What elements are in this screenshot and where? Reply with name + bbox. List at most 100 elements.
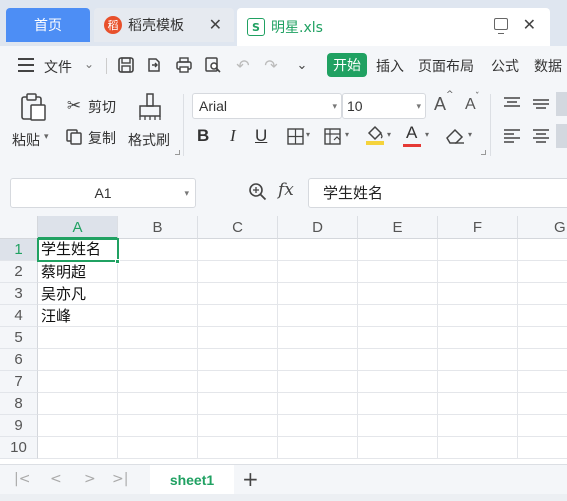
grid-cell[interactable]: [198, 415, 278, 437]
grid-cell[interactable]: [358, 415, 438, 437]
grid-cell[interactable]: [438, 283, 518, 305]
grid-cell[interactable]: [38, 349, 118, 371]
grid-cell[interactable]: [358, 327, 438, 349]
chevron-down-icon[interactable]: ⌄: [84, 57, 94, 71]
border-icon[interactable]: [285, 126, 305, 146]
grid-cell[interactable]: [358, 283, 438, 305]
format-painter-icon[interactable]: [136, 92, 164, 122]
font-color-button[interactable]: A: [406, 123, 417, 143]
grid-cell[interactable]: [278, 393, 358, 415]
grid-cell[interactable]: [118, 305, 198, 327]
grid-cell[interactable]: [198, 305, 278, 327]
grid-cell[interactable]: [38, 437, 118, 459]
grid-cell[interactable]: [358, 371, 438, 393]
hamburger-icon[interactable]: [18, 58, 34, 72]
cell-style-icon[interactable]: [323, 126, 343, 146]
close-icon[interactable]: ✕: [209, 15, 222, 34]
grid-cell[interactable]: [438, 261, 518, 283]
grid-cell[interactable]: [518, 261, 567, 283]
grid-cell[interactable]: [118, 393, 198, 415]
menu-tab-data[interactable]: 数据: [534, 56, 562, 76]
grid-cell[interactable]: [518, 415, 567, 437]
row-header[interactable]: 10: [0, 437, 38, 459]
tab-file[interactable]: S 明星.xls ✕: [237, 8, 550, 46]
menu-tab-insert[interactable]: 插入: [376, 56, 404, 76]
formula-input[interactable]: 学生姓名: [308, 178, 567, 208]
tab-template[interactable]: 稻 稻壳模板 ✕: [94, 8, 234, 42]
grid-cell[interactable]: [118, 239, 198, 261]
grid-cell[interactable]: [518, 305, 567, 327]
cell-a4[interactable]: 汪峰: [38, 305, 118, 327]
align-right-button[interactable]: [556, 124, 567, 148]
grid-cell[interactable]: [198, 393, 278, 415]
column-header[interactable]: A: [38, 216, 118, 239]
grid-cell[interactable]: [518, 327, 567, 349]
dialog-launcher-icon[interactable]: [481, 150, 486, 155]
align-top-icon[interactable]: [502, 96, 522, 112]
grid-cell[interactable]: [198, 371, 278, 393]
row-header[interactable]: 2: [0, 261, 38, 283]
grid-cell[interactable]: [38, 415, 118, 437]
grid-cell[interactable]: [358, 349, 438, 371]
grid-cell[interactable]: [278, 327, 358, 349]
row-header[interactable]: 1: [0, 239, 38, 261]
row-header[interactable]: 9: [0, 415, 38, 437]
grid-cell[interactable]: [278, 371, 358, 393]
save-icon[interactable]: [116, 55, 136, 75]
grid-cell[interactable]: [278, 415, 358, 437]
grid-cell[interactable]: [118, 415, 198, 437]
row-header[interactable]: 6: [0, 349, 38, 371]
grid-cell[interactable]: [518, 283, 567, 305]
paste-icon[interactable]: [18, 92, 48, 122]
grid-cell[interactable]: [438, 371, 518, 393]
menu-tab-page-layout[interactable]: 页面布局: [418, 56, 474, 76]
align-center-icon[interactable]: [531, 128, 551, 144]
grid-cell[interactable]: [278, 283, 358, 305]
window-icon[interactable]: [494, 18, 508, 35]
print-preview-icon[interactable]: [203, 55, 223, 75]
next-sheet-icon[interactable]: >: [84, 471, 96, 487]
chevron-down-icon[interactable]: ▾: [425, 130, 429, 139]
underline-button[interactable]: U: [255, 126, 267, 146]
column-header[interactable]: E: [358, 216, 438, 239]
grid-cell[interactable]: [118, 437, 198, 459]
row-header[interactable]: 8: [0, 393, 38, 415]
row-header[interactable]: 3: [0, 283, 38, 305]
grid-cell[interactable]: [438, 393, 518, 415]
grid-cell[interactable]: [518, 371, 567, 393]
fill-color-icon[interactable]: [364, 124, 386, 146]
grid-cell[interactable]: [198, 261, 278, 283]
sheet-tab[interactable]: sheet1: [150, 465, 234, 495]
more-icon[interactable]: ⌄: [292, 55, 312, 75]
redo-icon[interactable]: ↷: [261, 55, 281, 75]
export-icon[interactable]: [144, 55, 164, 75]
grid-cell[interactable]: [278, 239, 358, 261]
grid-cell[interactable]: [438, 327, 518, 349]
grid-cell[interactable]: [358, 239, 438, 261]
align-bottom-button[interactable]: [556, 92, 567, 116]
grid-cell[interactable]: [278, 261, 358, 283]
chevron-down-icon[interactable]: ▾: [44, 132, 49, 142]
grid-cell[interactable]: [518, 239, 567, 261]
column-header[interactable]: D: [278, 216, 358, 239]
grid-cell[interactable]: [38, 393, 118, 415]
bold-button[interactable]: B: [197, 126, 209, 146]
row-header[interactable]: 7: [0, 371, 38, 393]
grid-cell[interactable]: [358, 261, 438, 283]
chevron-down-icon[interactable]: ▾: [345, 130, 349, 139]
grid-cell[interactable]: [438, 239, 518, 261]
undo-icon[interactable]: ↶: [233, 55, 253, 75]
copy-icon[interactable]: [64, 127, 84, 147]
grid-cell[interactable]: [118, 349, 198, 371]
dialog-launcher-icon[interactable]: [175, 150, 180, 155]
menu-file[interactable]: 文件: [44, 57, 72, 77]
format-painter-button[interactable]: 格式刷: [128, 130, 170, 150]
paste-button[interactable]: 粘贴: [12, 130, 40, 150]
row-header[interactable]: 4: [0, 305, 38, 327]
chevron-down-icon[interactable]: ▾: [306, 130, 310, 139]
chevron-down-icon[interactable]: ▾: [468, 130, 472, 139]
row-header[interactable]: 5: [0, 327, 38, 349]
first-sheet-icon[interactable]: |<: [14, 471, 30, 487]
increase-font-icon[interactable]: A: [434, 94, 446, 115]
prev-sheet-icon[interactable]: <: [50, 471, 62, 487]
